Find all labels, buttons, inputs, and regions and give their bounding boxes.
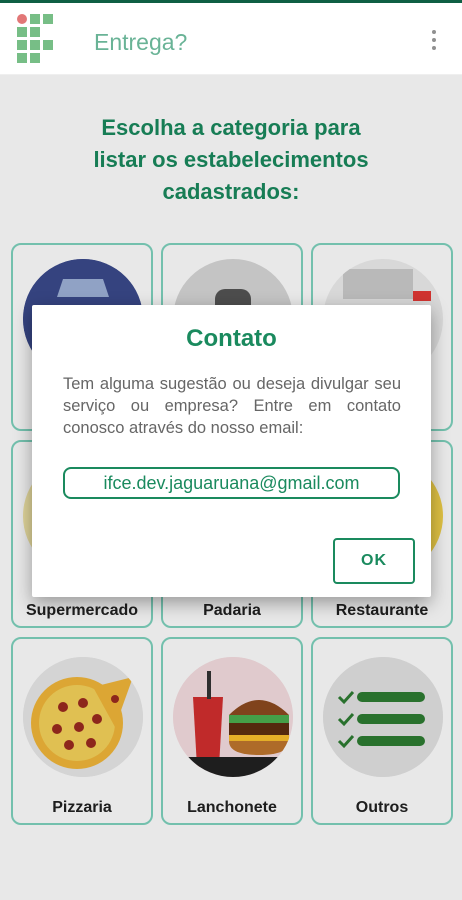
email-link[interactable]: ifce.dev.jaguaruana@gmail.com: [63, 467, 400, 499]
contact-dialog: Contato Tem alguma sugestão ou deseja di…: [32, 305, 431, 597]
ok-button[interactable]: OK: [333, 538, 415, 584]
dialog-message: Tem alguma sugestão ou deseja divulgar s…: [63, 375, 401, 437]
dialog-title: Contato: [186, 325, 277, 352]
appbar-scrim: [0, 3, 462, 75]
